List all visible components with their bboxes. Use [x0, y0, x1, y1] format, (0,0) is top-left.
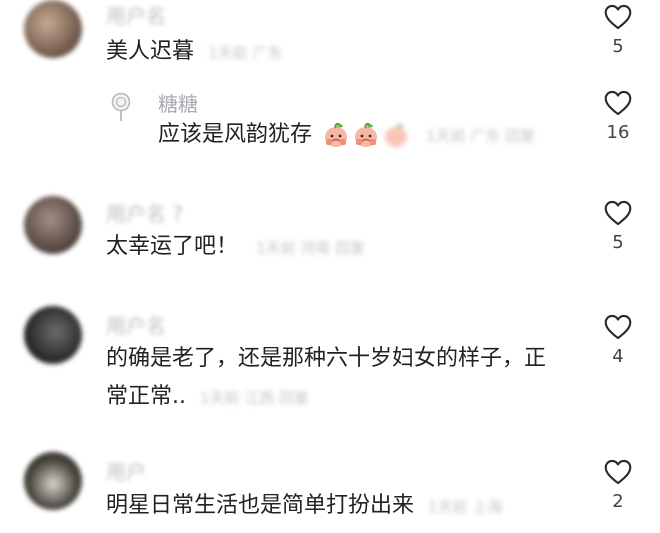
- like-count: 2: [612, 491, 624, 512]
- lollipop-avatar-icon: [111, 92, 131, 121]
- avatar[interactable]: [24, 452, 82, 510]
- reply-text-content: 应该是风韵犹存: [158, 122, 313, 147]
- heart-outline-icon: [604, 200, 632, 226]
- comment-feed: 用户名 美人迟暮 1天前 广东 5 糖糖 应该是风韵犹存 1天前 广东 回复 1…: [0, 0, 660, 533]
- comment-text-content: 太幸运了吧！: [106, 234, 239, 259]
- heart-outline-icon: [604, 459, 632, 485]
- like-button[interactable]: 2: [596, 459, 640, 512]
- like-count: 5: [612, 36, 624, 57]
- comment-text[interactable]: 美人迟暮 1天前 广东: [106, 35, 282, 70]
- avatar[interactable]: [24, 0, 82, 58]
- comment-username[interactable]: 用户名: [106, 310, 166, 339]
- like-count: 5: [612, 232, 624, 253]
- comment-text-content: 明星日常生活也是简单打扮出来: [106, 493, 415, 518]
- comment-text-content: 美人迟暮: [106, 39, 195, 64]
- reply-username[interactable]: 糖糖: [158, 88, 198, 117]
- like-count: 4: [612, 346, 624, 367]
- like-count: 16: [606, 122, 630, 143]
- like-button[interactable]: 5: [596, 200, 640, 253]
- comment-username[interactable]: 用户名 ?: [106, 198, 183, 227]
- like-button[interactable]: 5: [596, 4, 640, 57]
- lollipop-icon[interactable]: [108, 92, 134, 122]
- heart-outline-icon: [604, 4, 632, 30]
- comment-text[interactable]: 明星日常生活也是简单打扮出来 1天前 上海: [106, 489, 502, 524]
- avatar[interactable]: [24, 196, 82, 254]
- peach-face-emoji: [323, 122, 349, 148]
- peach-face-emoji: [353, 122, 379, 148]
- comment-text-line-1[interactable]: 的确是老了，还是那种六十岁妇女的样子，正: [106, 342, 546, 376]
- comment-username[interactable]: 用户名: [106, 0, 166, 29]
- peach-face-emoji: [383, 122, 409, 148]
- heart-outline-icon: [604, 314, 632, 340]
- reply-meta: 1天前 广东 回复: [426, 127, 536, 145]
- comment-username[interactable]: 用户: [106, 456, 146, 485]
- like-button[interactable]: 16: [596, 90, 640, 143]
- comment-meta: 1天前 广东: [208, 44, 283, 62]
- heart-outline-icon: [604, 90, 632, 116]
- comment-text-line-2[interactable]: 常正常.. 1天前 江西 回复: [106, 380, 309, 415]
- like-button[interactable]: 4: [596, 314, 640, 367]
- comment-meta: 1天前 河南 回复: [256, 239, 366, 257]
- comment-text[interactable]: 太幸运了吧！ 1天前 河南 回复: [106, 230, 365, 265]
- comment-meta: 1天前 上海: [428, 498, 503, 516]
- reply-text[interactable]: 应该是风韵犹存 1天前 广东 回复: [158, 118, 535, 153]
- avatar[interactable]: [24, 306, 82, 364]
- comment-meta: 1天前 江西 回复: [200, 389, 310, 407]
- comment-text-content: 常正常..: [106, 384, 186, 409]
